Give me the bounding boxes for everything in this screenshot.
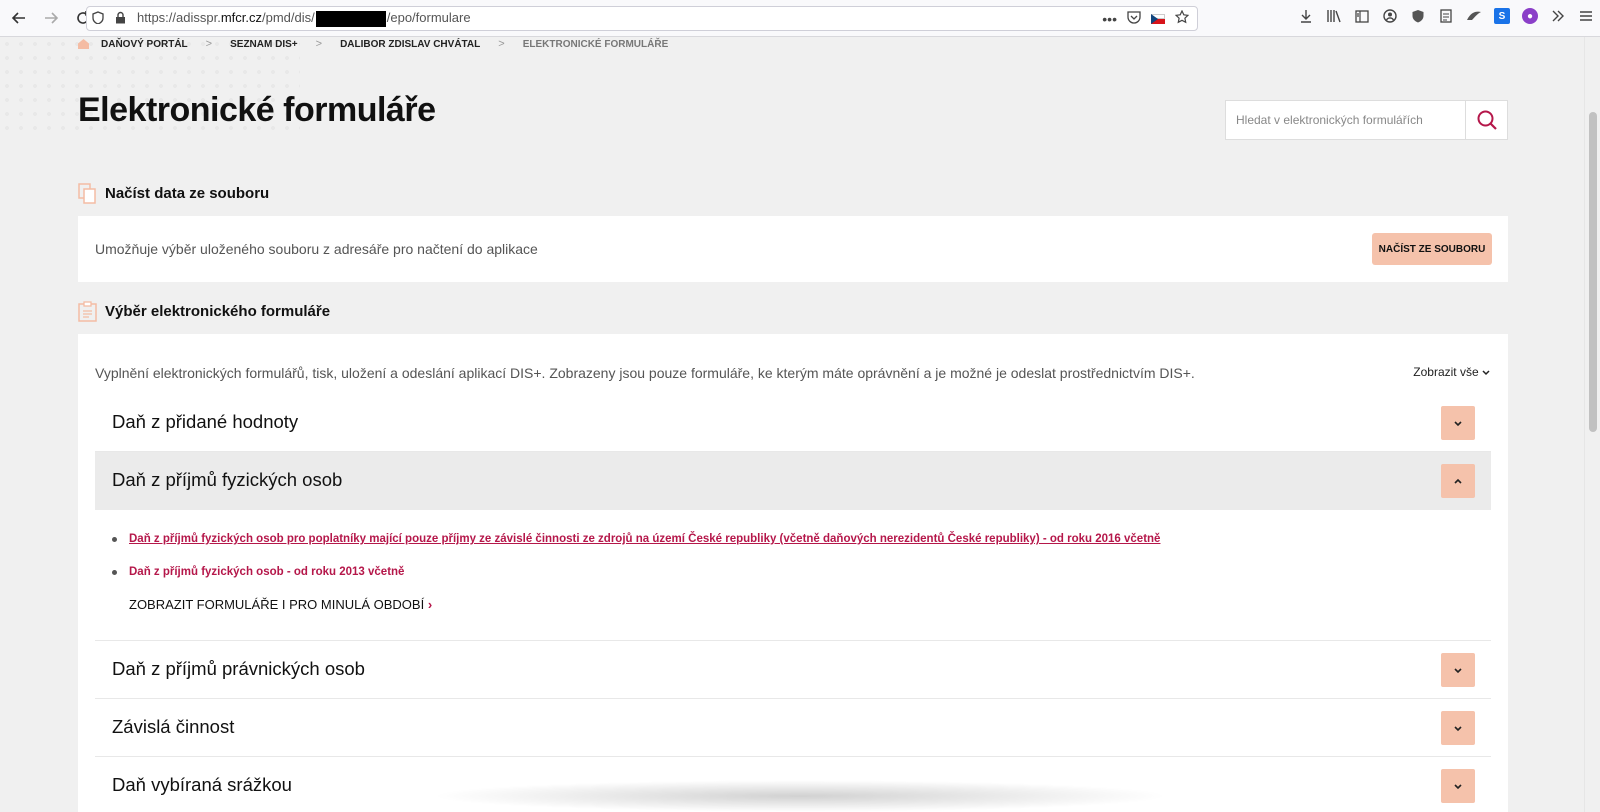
search-box bbox=[1225, 100, 1508, 140]
chevron-down-icon bbox=[1454, 420, 1462, 426]
chevron-down-icon bbox=[1454, 783, 1462, 789]
overflow-chevron-icon[interactable] bbox=[1550, 8, 1566, 24]
bookmark-star-icon[interactable] bbox=[1174, 9, 1190, 27]
breadcrumb: DAŇOVÝ PORTÁL > SEZNAM DIS+ > DALIBOR ZD… bbox=[78, 37, 668, 51]
forward-icon[interactable] bbox=[38, 5, 64, 31]
search-icon bbox=[1477, 110, 1497, 130]
expand-button[interactable] bbox=[1441, 653, 1475, 687]
address-bar[interactable]: https://adisspr.mfcr.cz/pmd/dis//epo/for… bbox=[86, 6, 1198, 31]
breadcrumb-item-user[interactable]: DALIBOR ZDISLAV CHVÁTAL bbox=[340, 39, 480, 50]
menu-icon[interactable] bbox=[1578, 8, 1594, 24]
url-text: https://adisspr.mfcr.cz/pmd/dis//epo/for… bbox=[137, 10, 471, 27]
show-previous-periods-link[interactable]: ZOBRAZIT FORMULÁŘE I PRO MINULÁ OBDOBÍ › bbox=[129, 597, 432, 612]
forms-section-title: Výběr elektronického formuláře bbox=[105, 303, 331, 320]
clipboard-icon bbox=[78, 301, 97, 322]
load-file-panel: Umožňuje výběr uloženého souboru z adres… bbox=[78, 216, 1508, 282]
chevron-right-icon: › bbox=[427, 597, 433, 612]
page-content: DAŇOVÝ PORTÁL > SEZNAM DIS+ > DALIBOR ZD… bbox=[0, 37, 1584, 812]
load-from-file-button[interactable]: NAČÍST ZE SOUBORU bbox=[1372, 233, 1492, 265]
pocket-icon[interactable] bbox=[1127, 10, 1141, 27]
accordion-title: Závislá činnost bbox=[112, 716, 235, 737]
extension-purple-icon[interactable]: ● bbox=[1522, 8, 1538, 24]
accordion-title: Daň vybíraná srážkou bbox=[112, 774, 292, 795]
forms-description: Vyplnění elektronických formulářů, tisk,… bbox=[95, 365, 1195, 381]
copy-document-icon bbox=[78, 183, 97, 204]
load-section-heading: Načíst data ze souboru bbox=[78, 183, 269, 204]
account-icon[interactable] bbox=[1382, 8, 1398, 24]
chevron-down-icon bbox=[1482, 370, 1490, 376]
bullet bbox=[112, 537, 117, 542]
lock-icon[interactable] bbox=[109, 11, 131, 27]
forms-panel: Vyplnění elektronických formulářů, tisk,… bbox=[78, 334, 1508, 812]
breadcrumb-separator: > bbox=[498, 38, 505, 50]
accordion-zavisla-cinnost[interactable]: Závislá činnost bbox=[95, 699, 1491, 757]
more-actions-icon[interactable]: ••• bbox=[1102, 11, 1117, 27]
chevron-down-icon bbox=[1454, 667, 1462, 673]
expand-button[interactable] bbox=[1441, 769, 1475, 803]
library-icon[interactable] bbox=[1326, 8, 1342, 24]
extension-wing-icon[interactable] bbox=[1466, 8, 1482, 24]
expand-button[interactable] bbox=[1441, 711, 1475, 745]
accordion-dppo[interactable]: Daň z příjmů právnických osob bbox=[95, 641, 1491, 699]
download-icon[interactable] bbox=[1298, 8, 1314, 24]
breadcrumb-item-seznam-dis[interactable]: SEZNAM DIS+ bbox=[230, 39, 298, 50]
page-scrollbar[interactable] bbox=[1584, 37, 1600, 812]
breadcrumb-item-danovy-portal[interactable]: DAŇOVÝ PORTÁL bbox=[101, 39, 188, 50]
accordion-title: Daň z příjmů fyzických osob bbox=[112, 469, 343, 490]
page-title: Elektronické formuláře bbox=[78, 91, 436, 129]
search-button[interactable] bbox=[1465, 101, 1507, 139]
expand-button[interactable] bbox=[1441, 406, 1475, 440]
accordion-title: Daň z přidané hodnoty bbox=[112, 411, 299, 432]
accordion-dph[interactable]: Daň z přidané hodnoty bbox=[95, 394, 1491, 452]
show-all-label: Zobrazit vše bbox=[1413, 365, 1479, 379]
load-description: Umožňuje výběr uloženého souboru z adres… bbox=[95, 241, 538, 257]
redacted-block bbox=[315, 10, 386, 27]
sidebar-icon[interactable] bbox=[1354, 8, 1370, 24]
scrollbar-thumb[interactable] bbox=[1589, 112, 1597, 432]
load-section-title: Načíst data ze souboru bbox=[105, 185, 270, 202]
show-all-toggle[interactable]: Zobrazit vše bbox=[1413, 365, 1490, 379]
search-input[interactable] bbox=[1226, 101, 1465, 139]
notes-icon[interactable] bbox=[1438, 8, 1454, 24]
breadcrumb-separator: > bbox=[315, 38, 323, 50]
extension-s-icon[interactable]: S bbox=[1494, 8, 1510, 24]
chevron-up-icon bbox=[1454, 478, 1462, 484]
browser-toolbar: https://adisspr.mfcr.cz/pmd/dis//epo/for… bbox=[0, 0, 1600, 37]
back-icon[interactable] bbox=[6, 5, 32, 31]
privacy-badger-icon[interactable] bbox=[1410, 8, 1426, 24]
bullet bbox=[112, 570, 117, 575]
decorative-shadow bbox=[430, 780, 1170, 812]
breadcrumb-separator: > bbox=[205, 38, 213, 50]
chevron-down-icon bbox=[1454, 725, 1462, 731]
shield-icon[interactable] bbox=[87, 10, 109, 27]
czech-flag-icon[interactable] bbox=[1151, 13, 1165, 24]
accordion-title: Daň z příjmů právnických osob bbox=[112, 658, 365, 679]
form-link[interactable]: Daň z příjmů fyzických osob pro poplatní… bbox=[112, 533, 1160, 545]
collapse-button[interactable] bbox=[1441, 464, 1475, 498]
forms-section-heading: Výběr elektronického formuláře bbox=[78, 301, 330, 322]
form-link[interactable]: Daň z příjmů fyzických osob - od roku 20… bbox=[112, 566, 404, 578]
home-icon[interactable] bbox=[78, 39, 89, 49]
breadcrumb-current: ELEKTRONICKÉ FORMULÁŘE bbox=[522, 38, 669, 50]
accordion-dpfo[interactable]: Daň z příjmů fyzických osob bbox=[95, 452, 1491, 510]
